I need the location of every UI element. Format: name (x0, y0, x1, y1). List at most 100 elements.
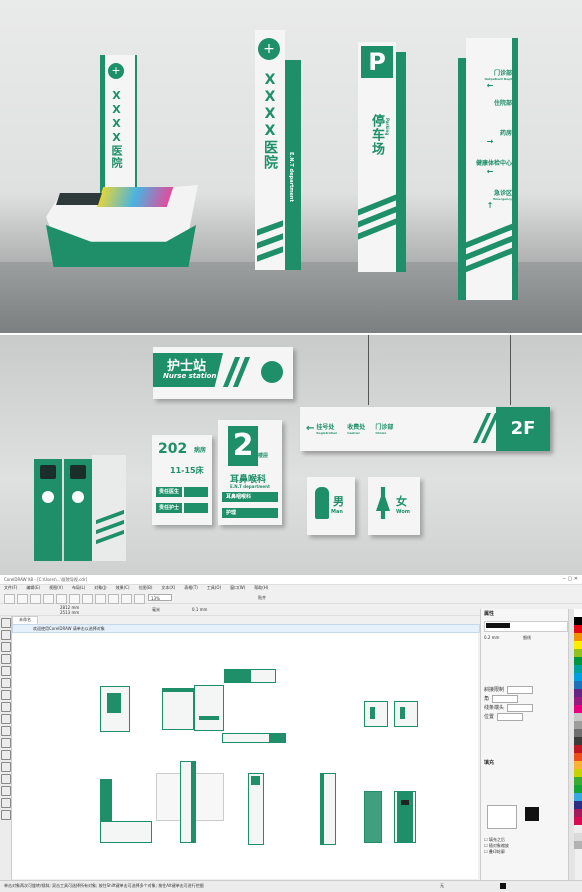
menu-item-9[interactable]: 工具(O) (207, 585, 221, 590)
palette-swatch[interactable] (574, 697, 582, 705)
open-icon[interactable] (17, 594, 28, 604)
window-controls[interactable]: ‒ ▢ ✕ (563, 576, 578, 582)
palette-swatch[interactable] (574, 777, 582, 785)
palette-swatch[interactable] (574, 721, 582, 729)
palette-swatch[interactable] (574, 657, 582, 665)
drop-shadow-tool-icon[interactable] (0, 762, 11, 772)
thumb-trash-1[interactable] (364, 791, 382, 843)
palette-swatch[interactable] (574, 705, 582, 713)
menu-item-4[interactable]: 对象(J) (94, 585, 106, 590)
menu-item-7[interactable]: 文本(X) (161, 585, 175, 590)
smart-fill-2-tool-icon[interactable] (0, 810, 11, 820)
palette-swatch[interactable] (574, 817, 582, 825)
palette-swatch[interactable] (574, 801, 582, 809)
height-field[interactable]: 2513 mm (60, 610, 79, 615)
thumb-women-sign[interactable] (394, 701, 418, 727)
thumb-nurse-sign[interactable] (224, 669, 276, 683)
palette-swatch[interactable] (574, 737, 582, 745)
outline-color-swatch[interactable] (486, 623, 510, 628)
status-fill-swatch[interactable] (500, 883, 506, 889)
palette-swatch[interactable] (574, 681, 582, 689)
palette-swatch[interactable] (574, 753, 582, 761)
menu-item-1[interactable]: 编辑(E) (26, 585, 40, 590)
freehand-tool-icon[interactable] (0, 666, 11, 676)
palette-swatch[interactable] (574, 833, 582, 841)
menu-item-3[interactable]: 布局(L) (72, 585, 85, 590)
palette-swatch[interactable] (574, 793, 582, 801)
smart-fill-tool-icon[interactable] (0, 678, 11, 688)
transparency-tool-icon[interactable] (0, 774, 11, 784)
thumb-dept-sign[interactable] (100, 686, 130, 732)
paste-icon[interactable] (82, 594, 93, 604)
prop-row-4[interactable]: 位置 (484, 712, 566, 721)
shape-tool-icon[interactable] (0, 630, 11, 640)
copy-icon[interactable] (69, 594, 80, 604)
palette-swatch[interactable] (574, 689, 582, 697)
thumb-men-sign[interactable] (364, 701, 388, 727)
palette-swatch[interactable] (574, 809, 582, 817)
palette-swatch[interactable] (574, 745, 582, 753)
thumb-directory[interactable] (320, 773, 336, 845)
menu-item-6[interactable]: 位图(B) (139, 585, 153, 590)
cut-icon[interactable] (56, 594, 67, 604)
snap-label[interactable]: 贴齐 (258, 594, 266, 602)
palette-swatch[interactable] (574, 769, 582, 777)
prop-row-3[interactable]: 线条端头 (484, 703, 566, 712)
thumb-ward-sign-2[interactable] (194, 685, 224, 731)
save-icon[interactable] (30, 594, 41, 604)
thumb-kiosk[interactable] (100, 779, 152, 843)
outline-style[interactable]: 细线 (523, 635, 531, 641)
palette-swatch[interactable] (574, 729, 582, 737)
menu-item-5[interactable]: 效果(C) (116, 585, 130, 590)
prop-row-2[interactable]: 角 (484, 694, 566, 703)
palette-swatch[interactable] (574, 609, 582, 617)
menu-item-8[interactable]: 表格(T) (184, 585, 198, 590)
export-icon[interactable] (134, 594, 145, 604)
prop-row-1[interactable]: 斜接限制 (484, 685, 566, 694)
rectangle-tool-icon[interactable] (0, 690, 11, 700)
undo-icon[interactable] (95, 594, 106, 604)
new-icon[interactable] (4, 594, 15, 604)
palette-swatch[interactable] (574, 649, 582, 657)
eyedropper-tool-icon[interactable] (0, 786, 11, 796)
zoom-select[interactable]: 13% (148, 594, 172, 601)
text-tool-icon[interactable] (0, 726, 11, 736)
import-icon[interactable] (121, 594, 132, 604)
menu-item-11[interactable]: 帮助(H) (254, 585, 268, 590)
ellipse-tool-icon[interactable] (0, 702, 11, 712)
pick-tool-icon[interactable] (0, 618, 11, 628)
nudge-field[interactable]: 0.1 mm (192, 607, 207, 612)
parallel-dimension-tool-icon[interactable] (0, 738, 11, 748)
print-icon[interactable] (43, 594, 54, 604)
thumb-trash-2[interactable] (394, 791, 416, 843)
zoom-tool-icon[interactable] (0, 654, 11, 664)
thumb-hanging-sign[interactable] (222, 733, 286, 743)
docker-options[interactable]: ☐ 填充之后 ☐ 随对象缩放 ☐ 叠印轮廓 (484, 837, 509, 855)
menu-item-0[interactable]: 文件(F) (4, 585, 17, 590)
fill-color-swatch[interactable] (525, 807, 539, 821)
crop-tool-icon[interactable] (0, 642, 11, 652)
palette-swatch[interactable] (574, 673, 582, 681)
unit-select[interactable]: 毫米 (152, 607, 160, 613)
palette-swatch[interactable] (574, 665, 582, 673)
palette-swatch[interactable] (574, 625, 582, 633)
drawing-canvas[interactable] (12, 633, 478, 879)
thumb-parking[interactable] (248, 773, 264, 845)
palette-swatch[interactable] (574, 825, 582, 833)
menu-item-2[interactable]: 视图(V) (49, 585, 63, 590)
palette-swatch[interactable] (574, 761, 582, 769)
thumb-tower[interactable] (180, 761, 196, 843)
menu-item-10[interactable]: 窗口(W) (230, 585, 245, 590)
palette-swatch[interactable] (574, 641, 582, 649)
connector-tool-icon[interactable] (0, 750, 11, 760)
palette-swatch[interactable] (574, 617, 582, 625)
polygon-tool-icon[interactable] (0, 714, 11, 724)
redo-icon[interactable] (108, 594, 119, 604)
palette-swatch[interactable] (574, 841, 582, 849)
outline-width[interactable]: 0.2 mm (484, 635, 499, 640)
palette-swatch[interactable] (574, 633, 582, 641)
palette-swatch[interactable] (574, 713, 582, 721)
interactive-fill-tool-icon[interactable] (0, 798, 11, 808)
thumb-ward-sign[interactable] (162, 688, 194, 730)
palette-swatch[interactable] (574, 785, 582, 793)
